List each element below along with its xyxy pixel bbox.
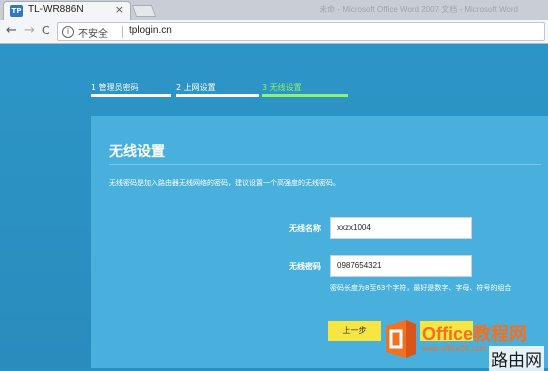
toolbar: ← → C i 不安全 tplogin.cn — [0, 20, 548, 44]
password-input[interactable]: 0987654321 — [330, 255, 472, 277]
url-divider — [122, 26, 123, 38]
step-admin-password: 1 管理员密码 — [91, 82, 171, 100]
watermark-brand: Office教程网 — [422, 324, 528, 344]
background-window-title: 未命 - Microsoft Office Word 2007 文档 - Mic… — [319, 5, 518, 14]
info-icon[interactable]: i — [62, 26, 74, 38]
watermark-site: 路由网 — [489, 346, 544, 371]
watermark-url: www.office26.com — [422, 344, 487, 353]
step-label: 1 管理员密码 — [91, 83, 139, 92]
step-label: 3 无线设置 — [262, 83, 302, 92]
close-tab-icon[interactable]: × — [115, 3, 124, 16]
step-progress-bar — [176, 94, 259, 97]
office-logo-icon — [386, 320, 416, 358]
browser-tab[interactable]: TP TL-WR886N × — [3, 1, 131, 20]
reload-icon[interactable]: C — [42, 23, 50, 39]
new-tab-button[interactable] — [131, 5, 157, 17]
step-wireless-setup: 3 无线设置 — [262, 82, 348, 100]
step-label: 2 上网设置 — [176, 83, 216, 92]
security-label: 不安全 — [78, 29, 108, 40]
tab-title: TL-WR886N — [28, 4, 84, 15]
step-progress-bar — [262, 94, 348, 97]
tab-strip: TP TL-WR886N × 未命 - Microsoft Office Wor… — [0, 0, 548, 20]
divider — [109, 164, 541, 165]
panel-description: 无线密码是加入路由器无线网络的密码，建议设置一个高强度的无线密码。 — [109, 179, 340, 187]
watermark: Office教程网 www.office26.com 路由网 — [384, 318, 548, 371]
password-label: 无线密码 — [289, 262, 321, 271]
page-title: 无线设置 — [109, 144, 165, 160]
forward-arrow-icon[interactable]: → — [24, 23, 35, 39]
step-internet-setup: 2 上网设置 — [176, 82, 259, 100]
previous-step-button[interactable]: 上一步 — [328, 321, 381, 341]
step-progress-bar — [91, 94, 171, 97]
back-arrow-icon[interactable]: ← — [6, 23, 17, 39]
password-hint: 密码长度为8至63个字符，最好是数字、字母、符号的组合 — [330, 284, 512, 292]
ssid-label: 无线名称 — [289, 224, 321, 233]
ssid-input[interactable]: xxzx1004 — [330, 217, 472, 239]
address-bar[interactable]: i 不安全 tplogin.cn — [57, 22, 545, 41]
tplink-favicon-icon: TP — [10, 5, 23, 17]
browser-chrome: TP TL-WR886N × 未命 - Microsoft Office Wor… — [0, 0, 548, 44]
url-text[interactable]: tplogin.cn — [129, 25, 172, 36]
